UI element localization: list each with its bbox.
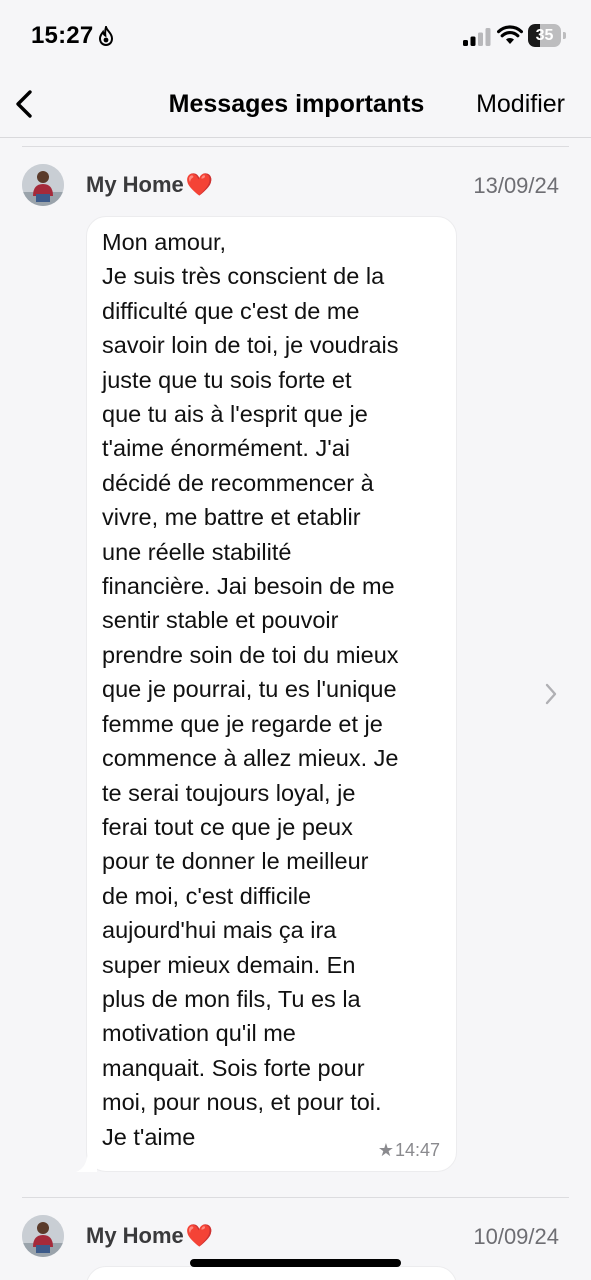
status-time: 15:27	[31, 22, 94, 49]
sender-name-text: My Home	[86, 1223, 184, 1248]
heart-emoji: ❤️	[185, 1223, 214, 1248]
battery-body: 35	[528, 24, 561, 47]
star-icon: ★	[377, 1140, 394, 1160]
message-timestamp: ★14:47	[378, 1140, 440, 1161]
navigation-bar: Messages importants Modifier	[0, 70, 591, 138]
avatar	[22, 1215, 64, 1257]
screen: 15:27 35 Messages importants Modifier My…	[0, 0, 591, 1280]
avatar	[22, 164, 64, 206]
message-bubble[interactable]	[86, 1266, 457, 1280]
battery-cap	[563, 32, 566, 39]
avatar-image	[22, 164, 64, 206]
bubble-tail	[76, 1151, 97, 1172]
starred-messages-list: My Home❤️ 13/09/24 Mon amour, Je suis tr…	[0, 138, 591, 1280]
heart-emoji: ❤️	[185, 172, 214, 197]
flame-icon	[98, 26, 114, 46]
battery-percent: 35	[535, 27, 554, 44]
wifi-icon	[497, 25, 523, 44]
sender-name-text: My Home	[86, 172, 184, 197]
message-time: 14:47	[394, 1140, 440, 1160]
divider	[22, 1197, 569, 1198]
sender-name: My Home❤️	[86, 1223, 213, 1249]
message-date: 13/09/24	[473, 173, 559, 198]
avatar-image	[22, 1215, 64, 1257]
message-date: 10/09/24	[473, 1224, 559, 1249]
cellular-signal-icon	[463, 28, 491, 46]
divider	[22, 146, 569, 147]
message-bubble[interactable]: Mon amour, Je suis très conscient de la …	[86, 216, 457, 1172]
sender-name: My Home❤️	[86, 172, 213, 198]
status-bar: 15:27 35	[0, 0, 591, 70]
page-title-text: Messages importants	[168, 90, 425, 118]
home-indicator	[190, 1259, 401, 1267]
chevron-right-icon[interactable]	[543, 682, 559, 706]
battery-indicator: 35	[528, 24, 566, 47]
edit-button[interactable]: Modifier	[476, 90, 565, 119]
message-text: Mon amour, Je suis très conscient de la …	[102, 229, 399, 1150]
